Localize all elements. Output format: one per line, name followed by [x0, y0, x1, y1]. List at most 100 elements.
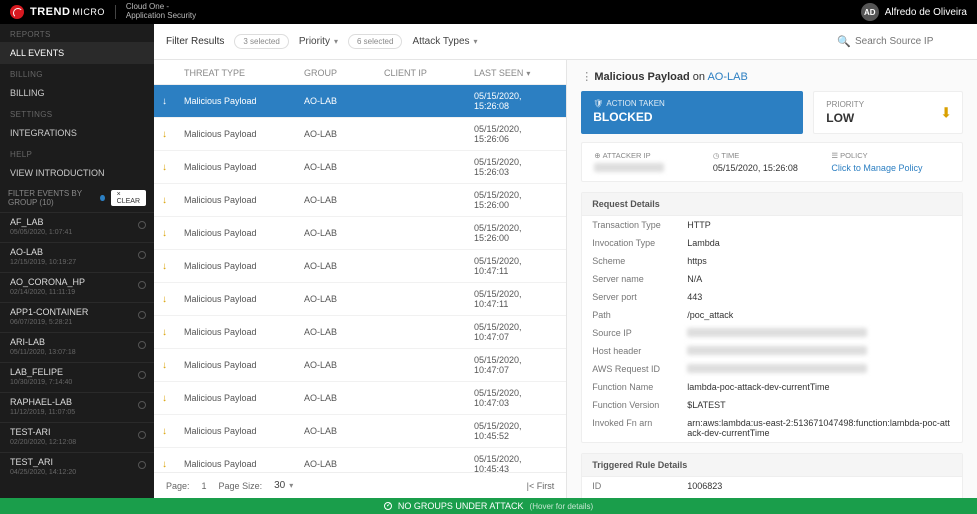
group-name: AO_CORONA_HP [10, 277, 144, 287]
group-item[interactable]: APP1-CONTAINER 06/07/2019, 5:28:21 [0, 302, 154, 332]
col-client-ip[interactable]: CLIENT IP [384, 68, 474, 78]
cell-last-seen: 05/15/2020, 10:47:11 [474, 256, 556, 276]
kv-key: Host header [592, 346, 687, 356]
cell-group: AO-LAB [304, 129, 384, 139]
action-card: 🛡ACTION TAKEN BLOCKED [581, 91, 803, 134]
table-row[interactable]: ↓ Malicious Payload AO-LAB 05/15/2020, 1… [154, 250, 566, 283]
kv-key: Source IP [592, 328, 687, 338]
status-footer[interactable]: NO GROUPS UNDER ATTACK (Hover for detail… [0, 498, 977, 514]
cell-threat-type: Malicious Payload [184, 162, 304, 172]
section-help: HELP [0, 144, 154, 162]
arrow-down-icon: ↓ [162, 294, 184, 305]
kv-key: Scheme [592, 256, 687, 266]
divider [115, 5, 116, 19]
table-row[interactable]: ↓ Malicious Payload AO-LAB 05/15/2020, 1… [154, 151, 566, 184]
nav-billing[interactable]: BILLING [0, 82, 154, 104]
table-row[interactable]: ↓ Malicious Payload AO-LAB 05/15/2020, 1… [154, 382, 566, 415]
arrow-down-icon: ↓ [162, 360, 184, 371]
kv-key: Function Name [592, 382, 687, 392]
kv-value [687, 364, 867, 373]
attack-types-dropdown[interactable]: Attack Types▾ [412, 36, 477, 47]
search-box[interactable]: 🔍 [837, 35, 965, 48]
group-item[interactable]: TEST-ARI02/20/2020, 12:12:08 [0, 422, 154, 452]
table-row[interactable]: ↓ Malicious Payload AO-LAB 05/15/2020, 1… [154, 316, 566, 349]
table-row[interactable]: ↓ Malicious Payload AO-LAB 05/15/2020, 1… [154, 118, 566, 151]
group-time: 10/30/2019, 7:14:40 [10, 379, 144, 386]
group-name: ARI-LAB [10, 337, 144, 347]
cell-threat-type: Malicious Payload [184, 360, 304, 370]
chevron-down-icon: ▾ [289, 481, 293, 490]
kv-row: Host header [582, 342, 962, 360]
cell-last-seen: 05/15/2020, 10:45:52 [474, 421, 556, 441]
kv-row: Function Namelambda-poc-attack-dev-curre… [582, 378, 962, 396]
kv-value: HTTP [687, 220, 952, 230]
group-name: TEST-ARI [10, 427, 144, 437]
kv-row: ID1006823 [582, 477, 962, 495]
clear-filter-button[interactable]: × CLEAR [111, 190, 146, 206]
manage-policy-link[interactable]: Click to Manage Policy [831, 163, 950, 173]
pill-selected-2[interactable]: 6 selected [348, 34, 402, 49]
target-icon: ⊕ [594, 151, 600, 160]
arrow-down-icon: ↓ [162, 459, 184, 470]
menu-icon[interactable]: ⋮ [581, 70, 591, 83]
table-row[interactable]: ↓ Malicious Payload AO-LAB 05/15/2020, 1… [154, 184, 566, 217]
chevron-down-icon: ▾ [526, 69, 530, 78]
page-label: Page: [166, 481, 190, 491]
kv-value: https [687, 256, 952, 266]
nav-integrations[interactable]: INTEGRATIONS [0, 122, 154, 144]
table-row[interactable]: ↓ Malicious Payload AO-LAB 05/15/2020, 1… [154, 349, 566, 382]
search-icon: 🔍 [837, 35, 851, 48]
page-size-dropdown[interactable]: 30 ▾ [274, 480, 293, 491]
group-time: 11/12/2019, 11:07:05 [10, 409, 144, 416]
kv-row: Server nameN/A [582, 270, 962, 288]
footer-hover: (Hover for details) [530, 502, 594, 511]
panel-header: Request Details [582, 193, 962, 216]
table-row[interactable]: ↓ Malicious Payload AO-LAB 05/15/2020, 1… [154, 85, 566, 118]
group-item[interactable]: LAB_FELIPE10/30/2019, 7:14:40 [0, 362, 154, 392]
kv-value: Lambda [687, 238, 952, 248]
group-status-icon [138, 341, 146, 349]
priority-dropdown[interactable]: Priority▾ [299, 36, 338, 47]
arrow-down-icon: ↓ [162, 96, 184, 107]
pill-selected-1[interactable]: 3 selected [234, 34, 288, 49]
col-threat-type[interactable]: THREAT TYPE [184, 68, 304, 78]
group-item[interactable]: ARI-LAB05/11/2020, 13:07:18 [0, 332, 154, 362]
nav-view-intro[interactable]: VIEW INTRODUCTION [0, 162, 154, 184]
group-status-icon [138, 251, 146, 259]
group-item[interactable]: AO_CORONA_HP02/14/2020, 11:11:19 [0, 272, 154, 302]
kv-key: Invoked Fn arn [592, 418, 687, 438]
kv-row: Transaction TypeHTTP [582, 216, 962, 234]
group-status-icon [138, 281, 146, 289]
kv-row: Source IP [582, 324, 962, 342]
col-group[interactable]: GROUP [304, 68, 384, 78]
table-row[interactable]: ↓ Malicious Payload AO-LAB 05/15/2020, 1… [154, 415, 566, 448]
group-item[interactable]: AF_LAB05/05/2020, 1:07:41 [0, 212, 154, 242]
shield-icon: 🛡 [593, 99, 603, 108]
cell-threat-type: Malicious Payload [184, 228, 304, 238]
cell-threat-type: Malicious Payload [184, 327, 304, 337]
col-last-seen[interactable]: LAST SEEN▾ [474, 68, 556, 78]
nav-all-events[interactable]: ALL EVENTS [0, 42, 154, 64]
arrow-down-icon: ↓ [162, 129, 184, 140]
table-row[interactable]: ↓ Malicious Payload AO-LAB 05/15/2020, 1… [154, 217, 566, 250]
arrow-down-icon: ↓ [162, 195, 184, 206]
group-item[interactable]: TEST_ARI04/25/2020, 14:12:20 [0, 452, 154, 482]
table-row[interactable]: ↓ Malicious Payload AO-LAB 05/15/2020, 1… [154, 283, 566, 316]
kv-value: /poc_attack [687, 310, 952, 320]
first-page-button[interactable]: |< First [527, 481, 555, 491]
cell-last-seen: 05/15/2020, 15:26:00 [474, 223, 556, 243]
arrow-down-icon: ↓ [162, 426, 184, 437]
group-item[interactable]: RAPHAEL-LAB11/12/2019, 11:07:05 [0, 392, 154, 422]
chevron-down-icon: ▾ [334, 37, 338, 46]
kv-row: Function Version$LATEST [582, 396, 962, 414]
group-name: APP1-CONTAINER [10, 307, 144, 317]
kv-key: Path [592, 310, 687, 320]
download-icon[interactable]: ⬇ [940, 104, 952, 121]
group-item[interactable]: AO-LAB12/15/2019, 10:19:27 [0, 242, 154, 272]
group-time: 06/07/2019, 5:28:21 [10, 319, 144, 326]
search-input[interactable] [855, 36, 965, 47]
group-status-icon [138, 221, 146, 229]
user-menu[interactable]: AD Alfredo de Oliveira [861, 3, 967, 21]
table-row[interactable]: ↓ Malicious Payload AO-LAB 05/15/2020, 1… [154, 448, 566, 472]
kv-key: Server name [592, 274, 687, 284]
